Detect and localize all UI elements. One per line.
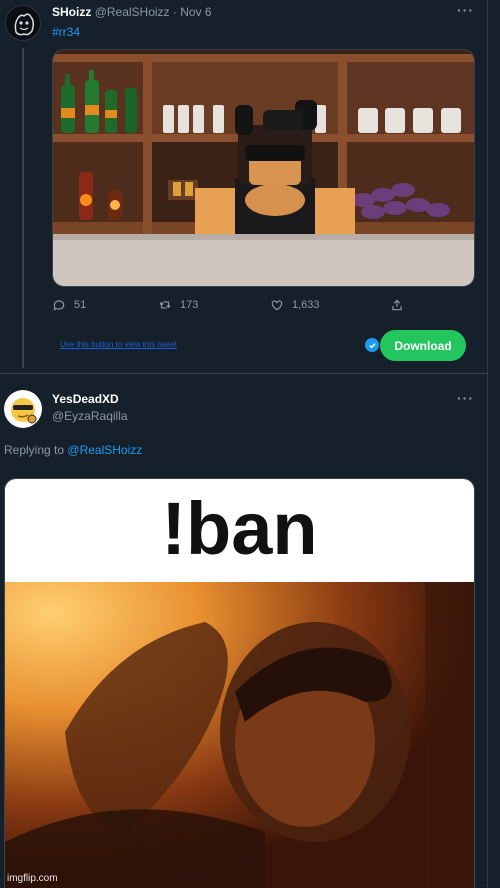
blurry-photo (5, 582, 474, 888)
replying-to-handle[interactable]: @RealSHoizz (67, 443, 142, 457)
more-options-icon[interactable]: ··· (457, 2, 474, 18)
reply-count: 51 (74, 299, 87, 311)
bar-scene-image (53, 50, 474, 286)
reply-author-name[interactable]: YesDeadXD (52, 392, 119, 406)
dot-separator: · (172, 5, 177, 19)
meme-caption: !ban (161, 486, 318, 570)
like-action[interactable]: 1,633 (270, 298, 320, 312)
view-tweet-link[interactable]: Use this button to view this tweet (60, 340, 177, 349)
retweet-count: 173 (180, 299, 199, 311)
avatar[interactable] (5, 5, 41, 41)
thread-connector-line (22, 48, 24, 368)
avatar-creature-image (14, 13, 35, 36)
replying-to-label: Replying to (4, 443, 65, 457)
scrollbar-track[interactable] (487, 0, 500, 887)
share-action[interactable] (390, 298, 404, 312)
author-handle[interactable]: @RealSHoizz (95, 5, 170, 19)
sunglasses-emoji-icon (11, 398, 37, 424)
share-icon (392, 299, 402, 311)
reply-author-handle[interactable]: @EyzaRaqilla (52, 409, 128, 423)
retweet-icon (159, 301, 171, 309)
author-name[interactable]: SHoizz (52, 5, 91, 19)
reply-avatar[interactable] (4, 390, 42, 428)
reply-action[interactable]: 51 (52, 298, 86, 312)
imgflip-watermark: imgflip.com (7, 873, 58, 884)
tweet-date[interactable]: Nov 6 (180, 5, 211, 19)
verified-check-icon (365, 338, 379, 352)
like-count: 1,633 (292, 299, 320, 311)
reply-more-options-icon[interactable]: ··· (457, 390, 474, 406)
heart-icon (271, 300, 283, 311)
reply-icon (53, 300, 65, 311)
download-button[interactable]: Download (380, 330, 466, 361)
hashtag-link[interactable]: #rr34 (52, 25, 80, 39)
meme-caption-panel: !ban (5, 479, 474, 582)
divider (0, 373, 488, 374)
retweet-action[interactable]: 173 (158, 298, 198, 312)
reply-media[interactable]: !ban imgflip.com (4, 478, 475, 888)
tweet-media[interactable] (52, 49, 475, 287)
